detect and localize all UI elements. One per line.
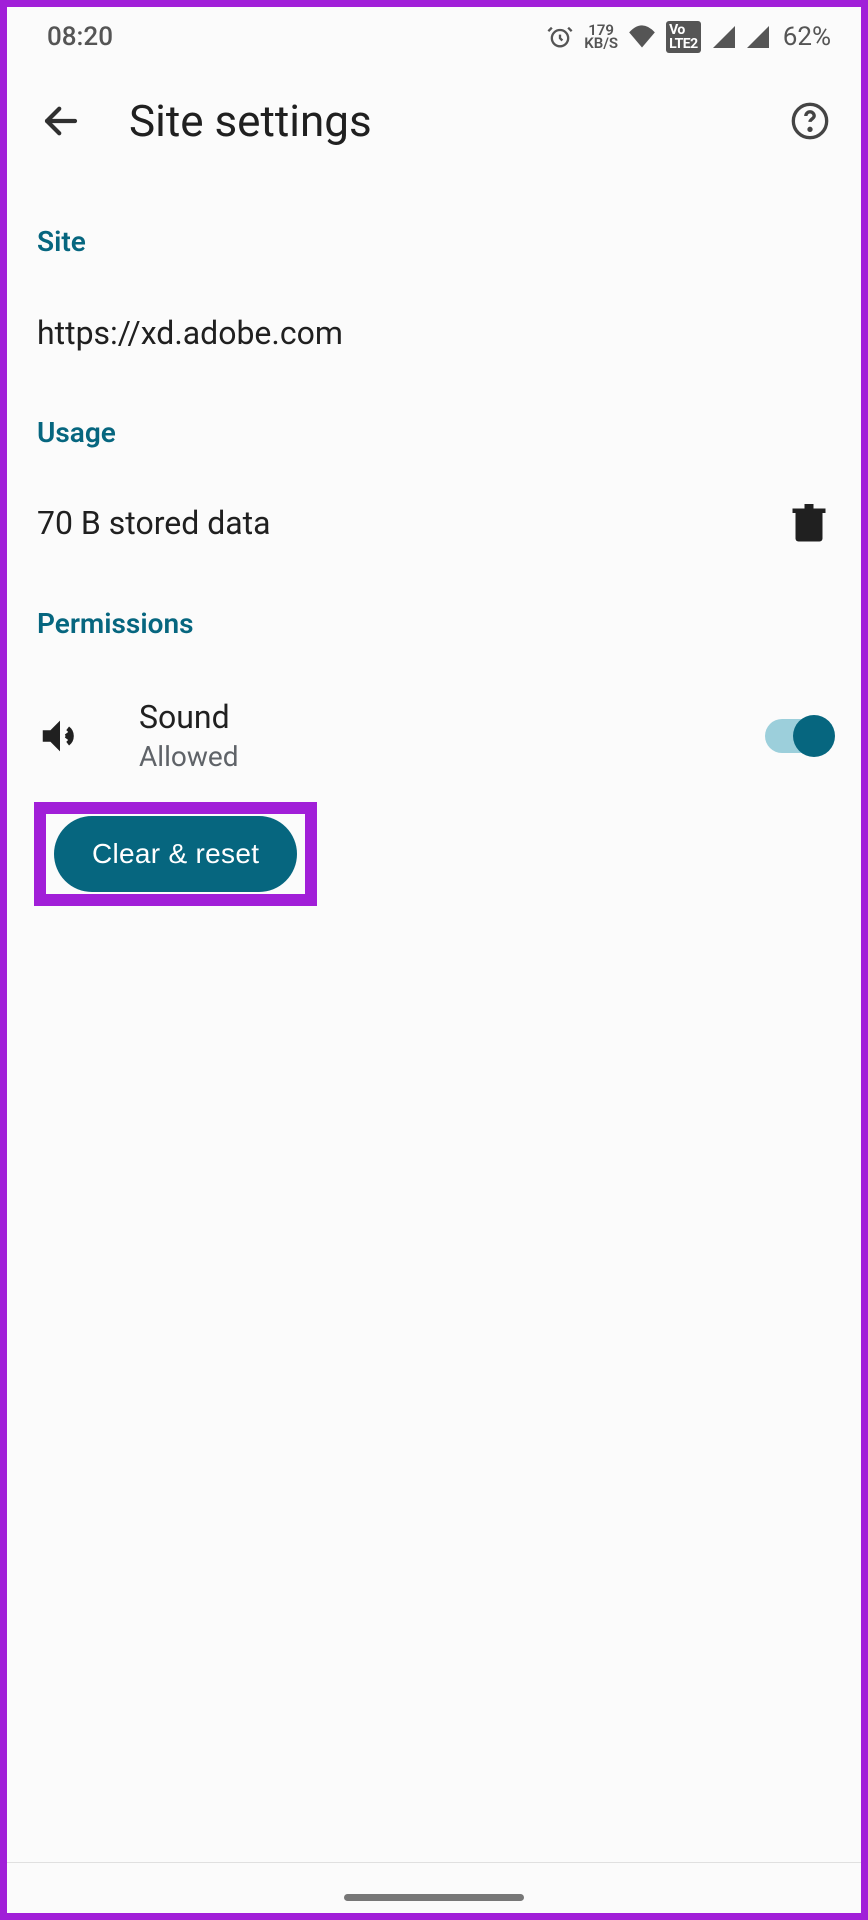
- alarm-icon: [546, 23, 574, 51]
- site-section-label: Site: [7, 175, 861, 274]
- app-bar: Site settings: [7, 67, 861, 175]
- sound-icon: [37, 713, 83, 759]
- clear-reset-button[interactable]: Clear & reset: [54, 816, 297, 892]
- volte-badge: VoLTE2: [666, 21, 701, 53]
- gesture-bar: [344, 1894, 524, 1901]
- permissions-section-label: Permissions: [7, 581, 861, 656]
- divider: [7, 1862, 861, 1863]
- network-speed-indicator: 179 KB/S: [584, 24, 618, 51]
- status-right: 179 KB/S VoLTE2 62%: [546, 21, 831, 53]
- status-time: 08:20: [47, 22, 113, 52]
- permission-sound-row[interactable]: Sound Allowed: [7, 656, 861, 815]
- site-url[interactable]: https://xd.adobe.com: [7, 274, 861, 396]
- annotation-highlight: Clear & reset: [34, 802, 317, 906]
- sound-toggle[interactable]: [765, 719, 831, 753]
- permission-status: Allowed: [139, 740, 709, 773]
- back-button[interactable]: [37, 97, 85, 145]
- help-button[interactable]: [789, 100, 831, 142]
- usage-row: 70 B stored data: [7, 465, 861, 581]
- usage-value: 70 B stored data: [37, 504, 791, 542]
- status-bar: 08:20 179 KB/S VoLTE2 62%: [7, 7, 861, 67]
- wifi-icon: [628, 25, 656, 49]
- battery-percentage: 62%: [783, 22, 831, 52]
- usage-section-label: Usage: [7, 396, 861, 465]
- delete-storage-button[interactable]: [791, 501, 831, 545]
- permission-name: Sound: [139, 698, 709, 736]
- signal-icon-1: [713, 26, 735, 48]
- signal-icon-2: [747, 26, 769, 48]
- page-title: Site settings: [129, 95, 745, 147]
